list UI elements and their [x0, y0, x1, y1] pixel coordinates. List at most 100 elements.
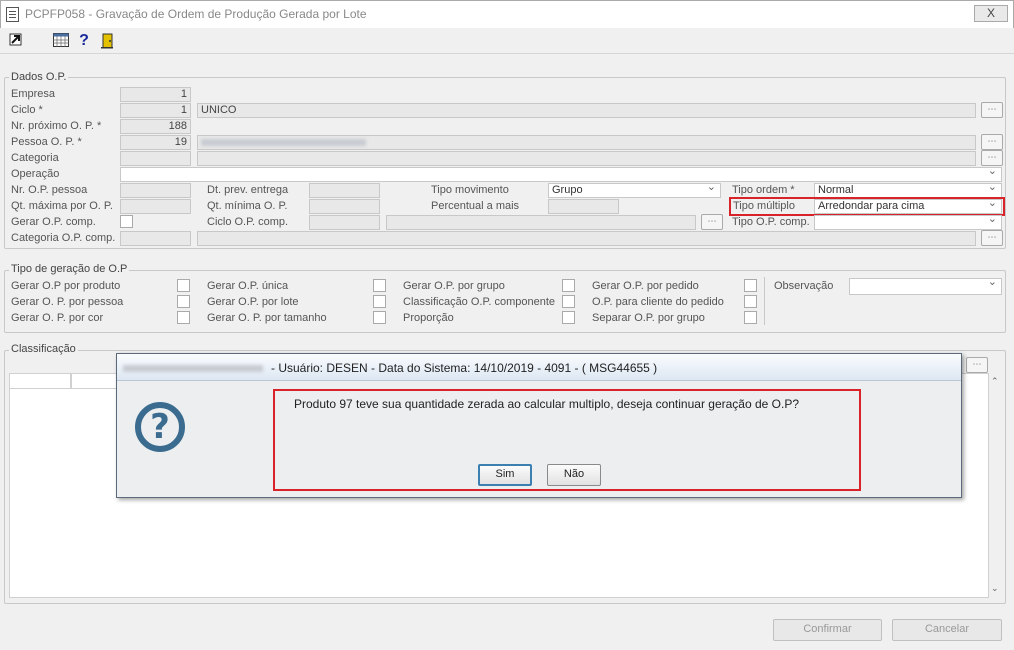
gerar-op-por-cor-checkbox[interactable] — [177, 311, 190, 324]
operacao-label: Operação — [11, 168, 60, 180]
gerar-op-por-tamanho-label: Gerar O. P. por tamanho — [207, 312, 327, 324]
empresa-field: 1 — [120, 87, 191, 102]
gerar-op-por-cor-label: Gerar O. P. por cor — [11, 312, 104, 324]
proporcao-checkbox[interactable] — [562, 311, 575, 324]
gerar-op-por-lote-checkbox[interactable] — [373, 295, 386, 308]
gerar-op-por-pessoa-label: Gerar O. P. por pessoa — [11, 296, 124, 308]
percentual-label: Percentual a mais — [431, 200, 520, 212]
categoria-label: Categoria — [11, 152, 59, 164]
ciclo-op-comp-label: Ciclo O.P. comp. — [207, 216, 289, 228]
help-icon[interactable]: ? — [76, 33, 92, 49]
exit-icon[interactable] — [8, 33, 24, 49]
close-button[interactable]: X — [974, 5, 1008, 22]
qt-minima-field[interactable] — [309, 199, 380, 214]
operacao-select[interactable] — [120, 165, 1002, 182]
observacao-select[interactable] — [849, 276, 1002, 295]
gerar-op-por-grupo-checkbox[interactable] — [562, 279, 575, 292]
qt-minima-label: Qt. mínima O. P. — [207, 200, 288, 212]
calendar-grid-icon[interactable] — [53, 33, 69, 49]
gerar-op-por-produto-label: Gerar O.P por produto — [11, 280, 121, 292]
empresa-label: Empresa — [11, 88, 56, 100]
qt-maxima-field[interactable] — [120, 199, 191, 214]
dt-prev-entrega-label: Dt. prev. entrega — [207, 184, 289, 196]
tipo-geracao-divider — [764, 277, 765, 325]
ciclo-lookup-button[interactable]: ⋯ — [981, 102, 1003, 118]
categoria-op-comp-code-field[interactable] — [120, 231, 191, 246]
gerar-op-por-pedido-checkbox[interactable] — [744, 279, 757, 292]
grid-header-cell — [71, 373, 117, 389]
categoria-description-field — [197, 151, 976, 166]
classificacao-title: Classificação — [9, 343, 78, 355]
pessoa-name-redacted — [201, 139, 366, 146]
ciclo-op-comp-code-field[interactable] — [309, 215, 380, 230]
dialog-message: Produto 97 teve sua quantidade zerada ao… — [294, 397, 799, 411]
pessoa-name-field — [197, 135, 976, 150]
separar-op-por-grupo-checkbox[interactable] — [744, 311, 757, 324]
nr-proximo-field[interactable]: 188 — [120, 119, 191, 134]
confirm-button[interactable]: Confirmar — [773, 619, 882, 641]
tipo-ordem-select[interactable]: Normal — [814, 181, 1002, 198]
window-icon — [6, 7, 19, 22]
window-title: PCPFP058 - Gravação de Ordem de Produção… — [25, 7, 367, 21]
ciclo-description-field: UNICO — [197, 103, 976, 118]
gerar-op-por-tamanho-checkbox[interactable] — [373, 311, 386, 324]
grid-header-cell — [9, 373, 71, 389]
ciclo-label: Ciclo * — [11, 104, 43, 116]
categoria-code-field[interactable] — [120, 151, 191, 166]
pessoa-code-field[interactable]: 19 — [120, 135, 191, 150]
door-icon[interactable] — [99, 33, 115, 49]
dados-op-title: Dados O.P. — [9, 71, 69, 83]
ciclo-code-field[interactable]: 1 — [120, 103, 191, 118]
dialog-title: - Usuário: DESEN - Data do Sistema: 14/1… — [271, 361, 658, 375]
yes-button[interactable]: Sim — [478, 464, 532, 486]
op-cliente-pedido-checkbox[interactable] — [744, 295, 757, 308]
ciclo-op-comp-description-field — [386, 215, 696, 230]
gerar-op-por-produto-checkbox[interactable] — [177, 279, 190, 292]
tipo-op-comp-label: Tipo O.P. comp. — [732, 216, 810, 228]
op-cliente-pedido-label: O.P. para cliente do pedido — [592, 296, 724, 308]
confirm-dialog: - Usuário: DESEN - Data do Sistema: 14/1… — [116, 353, 962, 498]
cancel-button[interactable]: Cancelar — [892, 619, 1002, 641]
scroll-up-icon[interactable]: ⌃ — [991, 376, 999, 387]
separar-op-por-grupo-label: Separar O.P. por grupo — [592, 312, 705, 324]
gerar-op-unica-label: Gerar O.P. única — [207, 280, 289, 292]
classificacao-op-componente-checkbox[interactable] — [562, 295, 575, 308]
tipo-movimento-select[interactable]: Grupo — [548, 181, 721, 198]
tipo-multiplo-select[interactable]: Arredondar para cima — [814, 197, 1002, 214]
pessoa-label: Pessoa O. P. * — [11, 136, 82, 148]
tipo-geracao-title: Tipo de geração de O.P — [9, 263, 130, 275]
percentual-field[interactable] — [548, 199, 619, 214]
dialog-title-redacted — [123, 365, 263, 372]
gerar-op-por-pedido-label: Gerar O.P. por pedido — [592, 280, 699, 292]
gerar-op-por-pessoa-checkbox[interactable] — [177, 295, 190, 308]
categoria-op-comp-label: Categoria O.P. comp. — [11, 232, 116, 244]
categoria-lookup-button[interactable]: ⋯ — [981, 150, 1003, 166]
gerar-op-comp-label: Gerar O.P. comp. — [11, 216, 96, 228]
nr-proximo-label: Nr. próximo O. P. * — [11, 120, 102, 132]
ciclo-op-comp-lookup-button[interactable]: ⋯ — [701, 214, 723, 230]
scroll-down-icon[interactable]: ⌄ — [991, 583, 999, 594]
classificacao-op-componente-label: Classificação O.P. componente — [403, 296, 556, 308]
question-icon: ? — [135, 402, 185, 452]
categoria-op-comp-lookup-button[interactable]: ⋯ — [981, 230, 1003, 246]
pessoa-lookup-button[interactable]: ⋯ — [981, 134, 1003, 150]
dt-prev-entrega-field[interactable] — [309, 183, 380, 198]
proporcao-label: Proporção — [403, 312, 454, 324]
tipo-op-comp-select[interactable] — [814, 213, 1002, 230]
tipo-ordem-label: Tipo ordem * — [732, 184, 795, 196]
observacao-label: Observação — [774, 280, 834, 292]
classificacao-lookup-button[interactable]: ⋯ — [966, 357, 988, 373]
tipo-multiplo-label: Tipo múltiplo — [733, 200, 795, 212]
nr-op-pessoa-label: Nr. O.P. pessoa — [11, 184, 88, 196]
gerar-op-unica-checkbox[interactable] — [373, 279, 386, 292]
nr-op-pessoa-field[interactable] — [120, 183, 191, 198]
no-button[interactable]: Não — [547, 464, 601, 486]
gerar-op-por-lote-label: Gerar O.P. por lote — [207, 296, 299, 308]
tipo-movimento-label: Tipo movimento — [431, 184, 509, 196]
categoria-op-comp-description-field — [197, 231, 976, 246]
classificacao-scrollbar[interactable] — [989, 373, 1003, 598]
toolbar — [0, 28, 1014, 54]
gerar-op-por-grupo-label: Gerar O.P. por grupo — [403, 280, 505, 292]
gerar-op-comp-checkbox[interactable] — [120, 215, 133, 228]
qt-maxima-label: Qt. máxima por O. P. — [11, 200, 113, 212]
